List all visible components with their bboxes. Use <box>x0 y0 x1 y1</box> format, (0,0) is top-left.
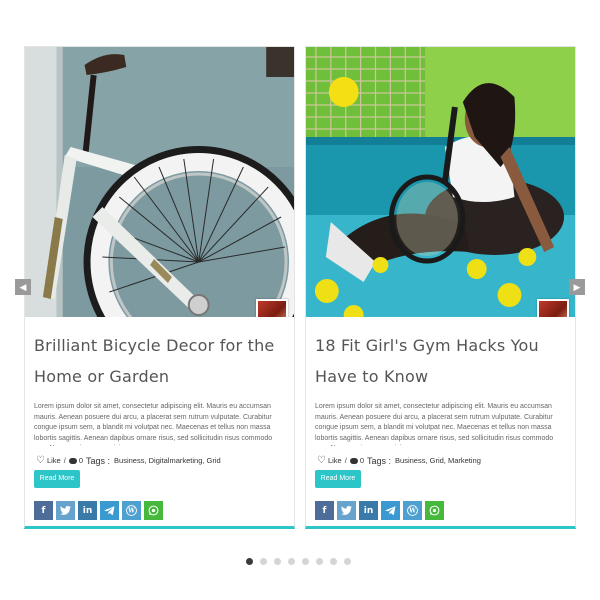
post-meta: ♡ Like / 0 Tags : Business, Digitalmarke… <box>36 455 222 466</box>
svg-text:W: W <box>408 508 416 515</box>
tags-label: Tags : <box>86 455 111 466</box>
chevron-right-icon[interactable]: ▶ <box>569 279 585 295</box>
facebook-icon[interactable]: f <box>34 501 53 520</box>
author-avatar[interactable] <box>537 299 569 317</box>
author-avatar[interactable] <box>256 299 288 317</box>
telegram-icon[interactable] <box>100 501 119 520</box>
post-title[interactable]: 18 Fit Girl's Gym Hacks You Have to Know <box>315 330 561 392</box>
facebook-icon[interactable]: f <box>315 501 334 520</box>
comment-count[interactable]: 0 <box>360 456 364 465</box>
pagination-dot[interactable] <box>274 558 281 565</box>
post-card: 18 Fit Girl's Gym Hacks You Have to Know… <box>305 46 576 529</box>
post-image-tennis[interactable] <box>306 47 575 317</box>
tag-list[interactable]: Business, Digitalmarketing, Grid <box>114 456 221 465</box>
twitter-icon[interactable] <box>56 501 75 520</box>
pagination-dot[interactable] <box>260 558 267 565</box>
read-more-button[interactable]: Read More <box>34 470 80 488</box>
post-excerpt: Lorem ipsum dolor sit amet, consectetur … <box>34 403 273 446</box>
pagination-dot[interactable] <box>344 558 351 565</box>
comment-icon <box>68 457 77 464</box>
post-card: Brilliant Bicycle Decor for the Home or … <box>24 46 295 529</box>
tags-label: Tags : <box>367 455 392 466</box>
post-meta: ♡ Like / 0 Tags : Business, Grid, Market… <box>317 455 482 466</box>
linkedin-icon[interactable]: in <box>78 501 97 520</box>
separator: / <box>344 456 347 465</box>
share-bar: f in W <box>34 501 163 520</box>
telegram-icon[interactable] <box>381 501 400 520</box>
chevron-left-icon[interactable]: ◀ <box>15 279 31 295</box>
pagination-dot[interactable] <box>330 558 337 565</box>
slider-pagination <box>246 558 351 565</box>
whatsapp-icon[interactable] <box>144 501 163 520</box>
svg-text:W: W <box>127 508 135 515</box>
post-title[interactable]: Brilliant Bicycle Decor for the Home or … <box>34 330 280 392</box>
like-label[interactable]: Like <box>47 456 61 465</box>
pagination-dot[interactable] <box>316 558 323 565</box>
heart-icon[interactable]: ♡ <box>317 455 326 466</box>
pagination-dot[interactable] <box>288 558 295 565</box>
whatsapp-icon[interactable] <box>425 501 444 520</box>
read-more-button[interactable]: Read More <box>315 470 361 488</box>
wordpress-icon[interactable]: W <box>122 501 141 520</box>
linkedin-icon[interactable]: in <box>359 501 378 520</box>
post-excerpt: Lorem ipsum dolor sit amet, consectetur … <box>315 403 554 446</box>
pagination-dot[interactable] <box>246 558 253 565</box>
heart-icon[interactable]: ♡ <box>36 455 45 466</box>
share-bar: f in W <box>315 501 444 520</box>
post-slider: Brilliant Bicycle Decor for the Home or … <box>0 0 600 600</box>
pagination-dot[interactable] <box>302 558 309 565</box>
post-image-bicycle[interactable] <box>25 47 294 317</box>
comment-count[interactable]: 0 <box>79 456 83 465</box>
wordpress-icon[interactable]: W <box>403 501 422 520</box>
like-label[interactable]: Like <box>328 456 342 465</box>
twitter-icon[interactable] <box>337 501 356 520</box>
separator: / <box>63 456 66 465</box>
tag-list[interactable]: Business, Grid, Marketing <box>395 456 481 465</box>
comment-icon <box>349 457 358 464</box>
